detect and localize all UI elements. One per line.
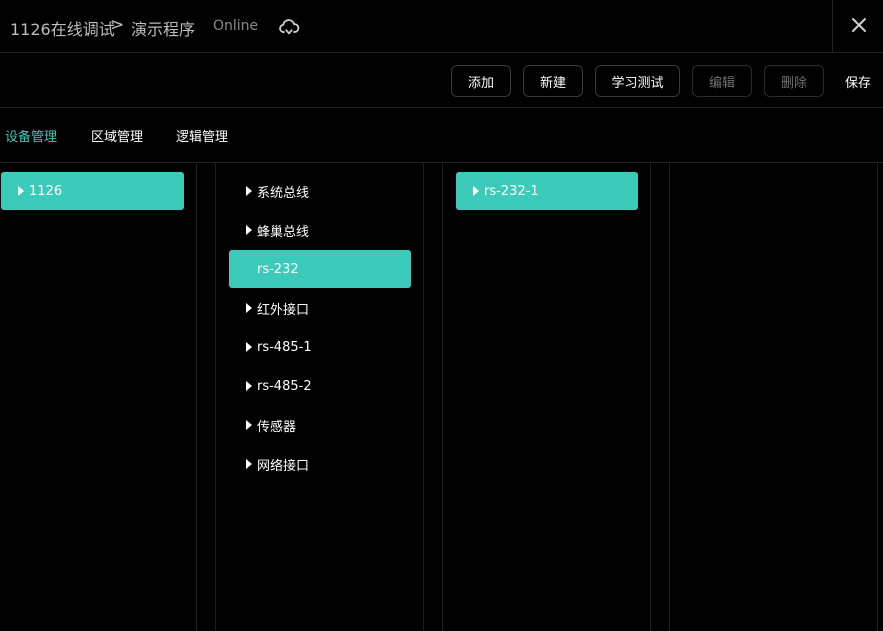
new-button[interactable]: 新建 [523, 65, 583, 97]
cloud-sync-icon[interactable] [278, 16, 300, 38]
interface-label: 网络接口 [257, 458, 310, 474]
toolbar: 添加 新建 学习测试 编辑 删除 保存 [0, 53, 883, 108]
add-button[interactable]: 添加 [451, 65, 511, 97]
learn-test-button[interactable]: 学习测试 [595, 65, 680, 97]
caret-right-icon [246, 381, 252, 391]
interface-item[interactable]: 系统总线 [229, 172, 411, 210]
interface-item[interactable]: 红外接口 [229, 289, 411, 327]
connection-status: Online [213, 18, 259, 34]
interface-label: 红外接口 [257, 302, 310, 318]
caret-right-icon [246, 342, 252, 352]
title-bar: 1126在线调试 > 演示程序 Online [0, 0, 883, 53]
interface-label: rs-485-1 [257, 339, 312, 355]
device-item[interactable]: 1126 [1, 172, 184, 210]
caret-right-icon [246, 420, 252, 430]
caret-right-icon [246, 225, 252, 235]
delete-button[interactable]: 删除 [764, 65, 824, 97]
breadcrumb-separator: > [110, 15, 125, 35]
interface-item[interactable]: rs-232 [229, 250, 411, 288]
caret-right-icon [246, 459, 252, 469]
tab-bar: 设备管理 区域管理 逻辑管理 [0, 108, 883, 163]
interface-item[interactable]: rs-485-2 [229, 367, 411, 405]
breadcrumb-root[interactable]: 1126在线调试 [10, 16, 115, 40]
interface-item[interactable]: rs-485-1 [229, 328, 411, 366]
edit-button[interactable]: 编辑 [692, 65, 752, 97]
close-icon [852, 18, 866, 32]
tab-logic-management[interactable]: 逻辑管理 [176, 126, 228, 145]
interface-label: rs-232 [257, 261, 299, 277]
interface-label: rs-485-2 [257, 378, 312, 394]
caret-right-icon [473, 186, 479, 196]
caret-right-icon [246, 303, 252, 313]
column-divider [669, 163, 670, 631]
close-button[interactable] [832, 0, 883, 52]
column-divider [442, 163, 443, 631]
caret-right-icon [246, 186, 252, 196]
save-button[interactable]: 保存 [836, 65, 880, 97]
column-divider [196, 163, 197, 631]
column-divider [215, 163, 216, 631]
interface-label: 系统总线 [257, 185, 310, 201]
port-label: rs-232-1 [484, 183, 539, 199]
interface-label: 蜂巢总线 [257, 224, 310, 240]
column-divider [423, 163, 424, 631]
page-title: 演示程序 [131, 20, 196, 39]
port-item[interactable]: rs-232-1 [456, 172, 638, 210]
interface-item[interactable]: 蜂巢总线 [229, 211, 411, 249]
tab-device-management[interactable]: 设备管理 [5, 126, 57, 145]
interface-label: 传感器 [257, 419, 297, 435]
caret-right-icon [18, 186, 24, 196]
column-divider [877, 163, 878, 631]
device-label: 1126 [29, 183, 63, 199]
column-divider [650, 163, 651, 631]
interface-item[interactable]: 网络接口 [229, 445, 411, 483]
interface-item[interactable]: 传感器 [229, 406, 411, 444]
tab-area-management[interactable]: 区域管理 [91, 126, 143, 145]
